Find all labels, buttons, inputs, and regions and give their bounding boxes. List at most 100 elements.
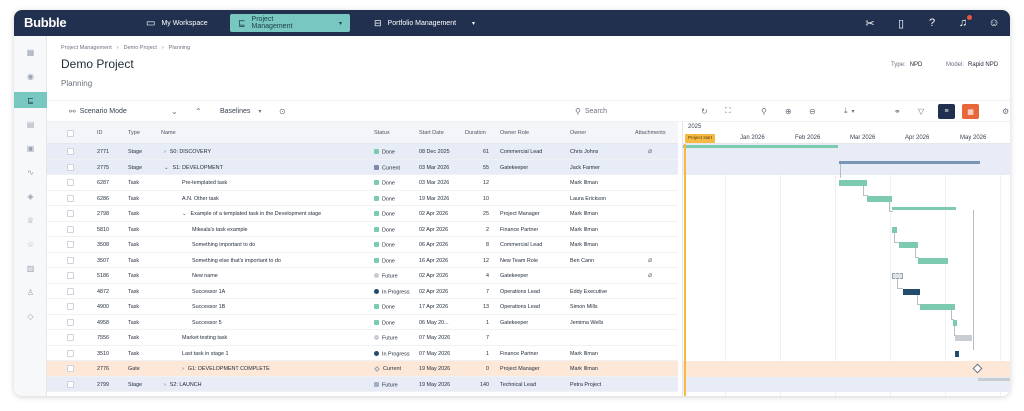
row-name[interactable]: ⌄ Example of a templated task in the Deve… <box>182 211 367 217</box>
row-owner[interactable]: Mark Illman <box>570 227 598 233</box>
search-input[interactable]: ⚲ Search <box>575 101 607 121</box>
row-owner-role[interactable]: Gatekeeper <box>500 320 528 326</box>
gantt-bar[interactable] <box>955 335 972 341</box>
star-icon[interactable]: ☆ <box>14 236 47 252</box>
person-icon[interactable]: ♙ <box>14 284 47 300</box>
row-status[interactable]: Done <box>374 195 418 202</box>
row-status[interactable]: Done <box>374 257 418 264</box>
baselines-dropdown[interactable]: Baselines ▾ <box>220 101 261 121</box>
row-name[interactable]: Market testing task <box>182 335 367 341</box>
gantt-bar[interactable] <box>839 160 980 164</box>
row-start-date[interactable]: 06 May 20... <box>419 320 449 326</box>
row-duration[interactable]: 25 <box>465 211 489 217</box>
row-owner-role[interactable]: Operations Lead <box>500 289 540 295</box>
row-owner[interactable]: Eddy Executive <box>570 289 607 295</box>
fullscreen-button[interactable]: ⛶ <box>725 101 731 121</box>
row-duration[interactable]: 12 <box>465 258 489 264</box>
row-owner-role[interactable]: Project Manager <box>500 366 540 372</box>
breadcrumb-item[interactable]: Project Management <box>61 45 112 51</box>
column-header-id[interactable]: ID <box>97 130 103 136</box>
trophy-icon[interactable]: ♕ <box>14 212 47 228</box>
row-checkbox[interactable] <box>67 318 74 326</box>
table-row[interactable]: 2799 Stage › S2: LAUNCH Future 19 May 202… <box>47 376 678 392</box>
row-status[interactable]: Done <box>374 242 418 249</box>
gantt-bar[interactable] <box>683 145 838 148</box>
row-duration[interactable]: 0 <box>465 366 489 372</box>
row-duration[interactable]: 1 <box>465 351 489 357</box>
nav-tab-project-management[interactable]: ⊑ Project Management ▾ <box>230 14 350 32</box>
row-owner[interactable]: Jemima Wells <box>570 320 603 326</box>
row-start-date[interactable]: 07 May 2026 <box>419 335 450 341</box>
refresh-button[interactable]: ↻ <box>701 101 708 121</box>
row-duration[interactable]: 12 <box>465 180 489 186</box>
dependencies-button[interactable]: ⚭ <box>894 101 901 121</box>
row-status[interactable]: Done <box>374 149 418 156</box>
row-checkbox[interactable] <box>67 380 74 388</box>
row-start-date[interactable]: 02 Apr 2026 <box>419 273 448 279</box>
row-checkbox[interactable] <box>67 287 74 295</box>
file-icon[interactable]: ▥ <box>14 260 47 276</box>
row-duration[interactable]: 61 <box>465 149 489 155</box>
row-owner[interactable]: Simon Mills <box>570 304 598 310</box>
zoom-fit-button[interactable]: ⚲ <box>761 101 767 121</box>
paperclip-icon[interactable]: ⌀ <box>648 271 652 279</box>
row-status[interactable]: Done <box>374 304 418 311</box>
paperclip-icon[interactable]: ⌀ <box>648 256 652 264</box>
row-checkbox[interactable] <box>67 256 74 264</box>
table-row[interactable]: 2775 Stage ⌄ S1: DEVELOPMENT Current 03 M… <box>47 159 678 175</box>
row-duration[interactable]: 13 <box>465 304 489 310</box>
row-checkbox[interactable] <box>67 179 74 186</box>
row-start-date[interactable]: 19 Mar 2026 <box>419 196 449 202</box>
row-name[interactable]: › S0: DISCOVERY <box>164 149 367 155</box>
row-status[interactable]: In Progress <box>374 288 418 295</box>
row-duration[interactable]: 7 <box>465 335 489 341</box>
row-name[interactable]: Successor 1B <box>192 304 367 310</box>
row-name[interactable]: Pre-templated task <box>182 180 367 186</box>
book-icon[interactable]: ▯ <box>895 17 907 30</box>
row-owner[interactable]: Laura Erickson <box>570 196 606 202</box>
scenario-mode-button[interactable]: ⚯ Scenario Mode <box>69 101 127 121</box>
bubble-logo[interactable]: Bubble <box>24 15 67 30</box>
dashboard-icon[interactable]: ▦ <box>14 44 47 60</box>
row-owner-role[interactable]: Commercial Lead <box>500 149 542 155</box>
row-owner[interactable]: Petra Project <box>570 382 601 388</box>
row-duration[interactable]: 55 <box>465 165 489 171</box>
row-checkbox[interactable] <box>67 241 74 248</box>
row-owner[interactable]: Jack Farmer <box>570 165 600 171</box>
row-owner-role[interactable]: Gatekeeper <box>500 165 528 171</box>
graduation-icon[interactable]: ◇ <box>14 308 47 324</box>
column-header-name[interactable]: Name <box>161 130 176 136</box>
zoom-out-button[interactable]: ⊖ <box>809 101 816 121</box>
row-name[interactable]: Mikeala's task example <box>192 227 367 233</box>
filter-button[interactable]: ▽ <box>918 101 924 121</box>
row-name[interactable]: Successor 5 <box>192 320 367 326</box>
row-owner-role[interactable]: Operations Lead <box>500 304 540 310</box>
row-name[interactable]: Successor 1A <box>192 289 367 295</box>
row-checkbox[interactable] <box>67 334 74 341</box>
row-start-date[interactable]: 08 Dec 2025 <box>419 149 450 155</box>
row-owner[interactable]: Mark Illman <box>570 351 598 357</box>
row-status[interactable]: Done <box>374 211 418 218</box>
nav-tab-my-workspace[interactable]: ▭ My Workspace <box>138 14 216 32</box>
expand-chevron-icon[interactable]: ⌄ <box>182 211 187 217</box>
row-name[interactable]: New name <box>192 273 367 279</box>
breadcrumb-item[interactable]: Demo Project <box>124 45 157 51</box>
settings-button[interactable]: ⚙ <box>1002 101 1009 121</box>
row-status[interactable]: Future <box>374 381 418 388</box>
row-owner-role[interactable]: Finance Partner <box>500 351 538 357</box>
planning-icon[interactable]: ⊑ <box>14 92 47 108</box>
row-owner-role[interactable]: Commercial Lead <box>500 242 542 248</box>
row-checkbox[interactable] <box>67 225 74 233</box>
column-header-duration[interactable]: Duration <box>465 130 486 136</box>
expand-chevron-icon[interactable]: › <box>164 382 166 388</box>
expand-chevron-icon[interactable]: › <box>164 149 166 155</box>
baseline-settings-button[interactable]: ⊙ <box>279 101 286 121</box>
table-row[interactable]: 2798 Task ⌄ Example of a templated task i… <box>47 206 678 222</box>
row-duration[interactable]: 140 <box>465 382 489 388</box>
chart-icon[interactable]: ∿ <box>14 164 47 180</box>
table-row[interactable]: 2776 Gate › G1: DEVELOPMENT COMPLETE Curr… <box>47 361 678 377</box>
row-owner-role[interactable]: Project Manager <box>500 211 540 217</box>
table-row[interactable]: 4872 Task Successor 1A In Progress 02 Ap… <box>47 284 678 299</box>
tools-icon[interactable]: ✂ <box>864 17 876 30</box>
row-start-date[interactable]: 02 Apr 2026 <box>419 289 448 295</box>
